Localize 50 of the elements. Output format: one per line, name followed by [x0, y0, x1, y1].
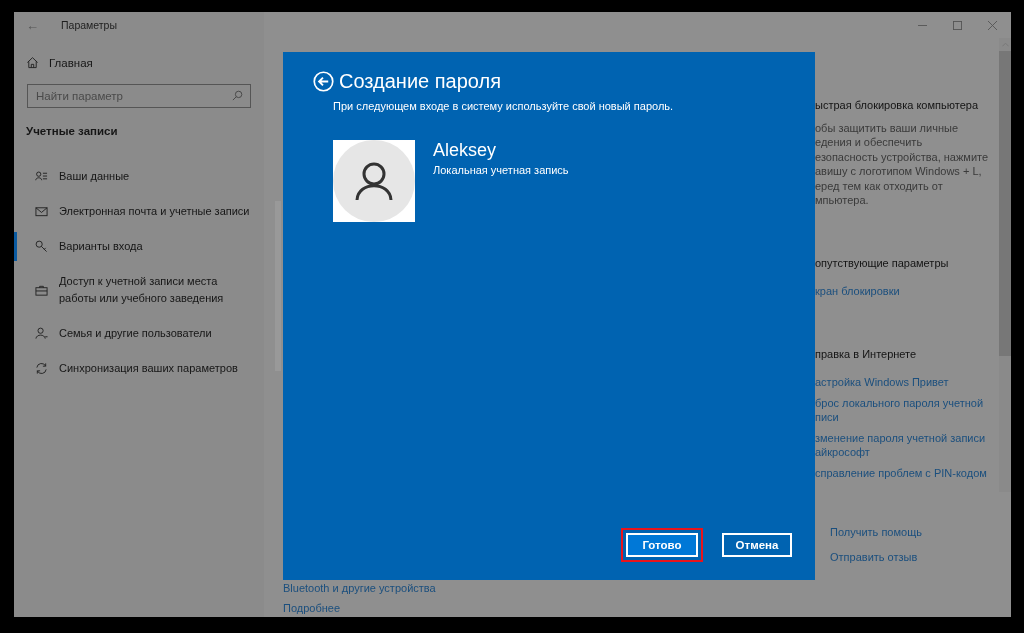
maximize-button[interactable] — [953, 20, 962, 30]
account-type: Локальная учетная запись — [433, 164, 569, 176]
link[interactable]: зменение пароля учетной записи — [815, 430, 999, 445]
link[interactable]: писи — [815, 410, 999, 425]
avatar-icon — [333, 140, 415, 222]
scroll-thumb[interactable] — [999, 51, 1011, 356]
description-text: мпьютера. — [815, 193, 870, 208]
dialog-message: При следующем входе в систему используйте свой новый пароль. — [332, 99, 675, 112]
scrollbar[interactable] — [999, 38, 1011, 492]
back-button[interactable]: ← — [26, 17, 39, 33]
user-name: Aleksey — [433, 140, 498, 161]
section-heading: правка в Интернете — [815, 346, 918, 361]
window-title: Параметры — [61, 19, 117, 31]
link[interactable]: Bluetooth и другие устройства — [283, 582, 815, 594]
sync-icon — [35, 362, 48, 375]
link[interactable]: брос локального пароля учетной — [815, 395, 999, 410]
cancel-button[interactable]: Отмена — [722, 533, 792, 557]
sidebar-item[interactable]: Электронная почта и учетные записи — [14, 197, 264, 226]
person-list-icon — [35, 170, 48, 183]
dialog-title: Создание пароля — [339, 70, 502, 93]
search-icon — [232, 90, 243, 101]
link[interactable]: Отправить отзыв — [830, 549, 999, 564]
sidebar-item[interactable]: Семья и другие пользователи — [14, 319, 264, 348]
link[interactable]: справление проблем с PIN-кодом — [815, 465, 999, 480]
section-heading: опутствующие параметры — [815, 255, 950, 270]
section-heading: ыстрая блокировка компьютера — [815, 98, 979, 113]
link[interactable]: Подробнее — [283, 602, 815, 614]
home-link[interactable]: Главная — [14, 38, 264, 69]
search-field[interactable]: Найти параметр — [27, 84, 251, 108]
link[interactable]: астройка Windows Привет — [815, 375, 999, 390]
key-icon — [35, 240, 48, 253]
description-text: обы защитить ваши личные — [815, 120, 959, 135]
description-text: езопасность устройства, нажмите — [815, 149, 990, 164]
home-icon — [26, 56, 39, 69]
sidebar-item[interactable]: Ваши данные — [14, 162, 264, 191]
link[interactable]: Получить помощь — [830, 525, 999, 540]
close-button[interactable] — [988, 20, 997, 30]
sidebar-item[interactable]: Синхронизация ваших параметров — [14, 354, 264, 383]
envelope-icon — [35, 205, 48, 218]
done-button[interactable]: Готово — [626, 533, 698, 557]
description-text: авишу с логотипом Windows + L, — [815, 164, 983, 179]
description-text: еред тем как отходить от — [815, 178, 944, 193]
description-text: едения и обеспечить — [815, 135, 924, 150]
person-add-icon — [35, 327, 48, 340]
link[interactable]: кран блокировки — [815, 284, 999, 299]
briefcase-icon — [35, 283, 48, 297]
section-heading: Учетные записи — [25, 124, 119, 137]
sidebar-item[interactable]: Варианты входа — [14, 232, 264, 261]
link[interactable]: айкрософт — [815, 445, 999, 460]
sidebar-item[interactable]: Доступ к учетной записи места работы или учебного заведения — [14, 267, 264, 313]
